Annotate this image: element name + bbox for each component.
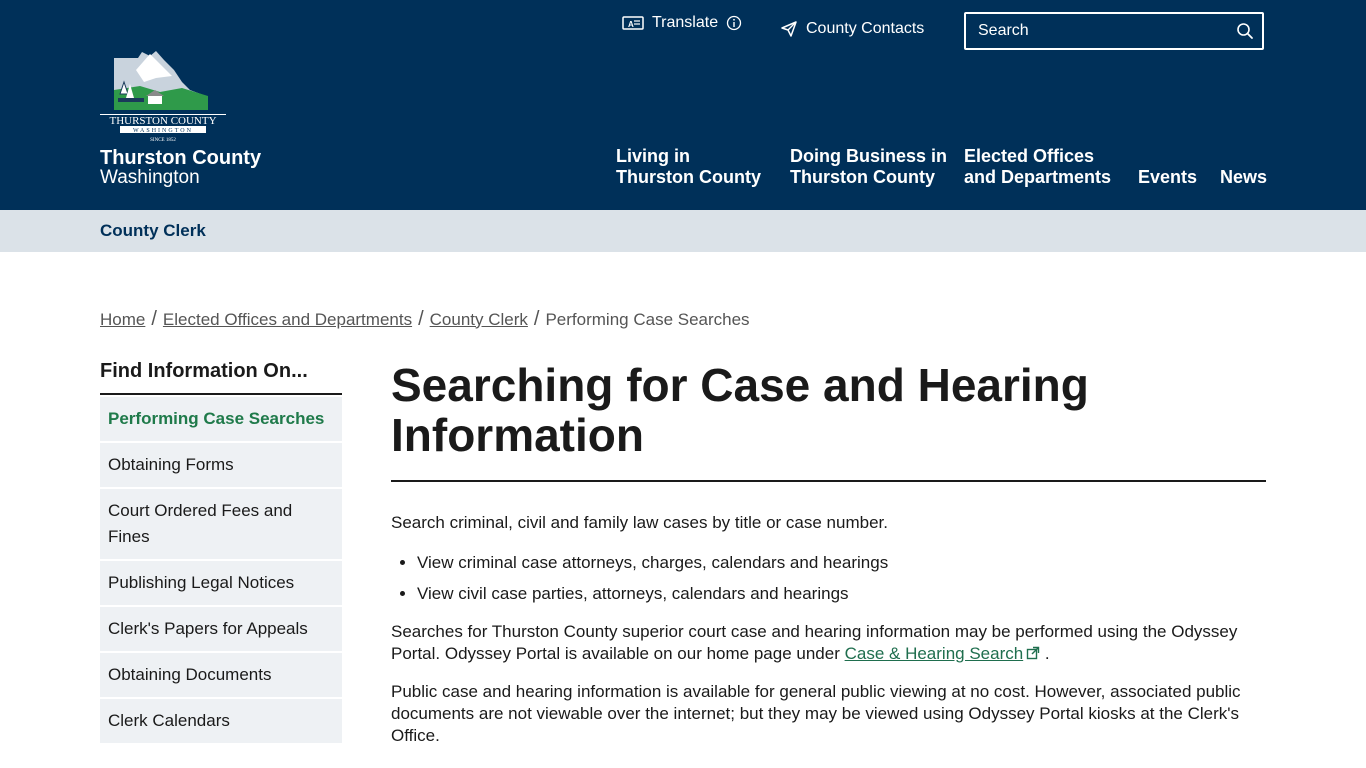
logo-county-text: THURSTON COUNTY	[109, 115, 216, 127]
sidebar-item-clerk-calendars[interactable]: Clerk Calendars	[100, 699, 342, 743]
nav-living-line1: Living in	[616, 146, 690, 166]
site-search	[964, 12, 1264, 50]
sidebar-item-obtaining-documents[interactable]: Obtaining Documents	[100, 653, 342, 697]
nav-business-line2: Thurston County	[790, 167, 935, 187]
department-title-link[interactable]: County Clerk	[100, 221, 206, 241]
search-button[interactable]	[1228, 14, 1262, 48]
case-hearing-search-link[interactable]: Case & Hearing Search	[845, 644, 1024, 663]
sidebar-item-publishing-legal-notices[interactable]: Publishing Legal Notices	[100, 561, 342, 605]
breadcrumb-elected-offices[interactable]: Elected Offices and Departments	[163, 310, 412, 330]
breadcrumb-home[interactable]: Home	[100, 310, 145, 330]
list-item: View criminal case attorneys, charges, c…	[417, 552, 1266, 574]
odyssey-paragraph: Searches for Thurston County superior co…	[391, 621, 1266, 665]
nav-elected-offices[interactable]: Elected Offices and Departments	[964, 146, 1111, 188]
sidebar-item-court-ordered-fees[interactable]: Court Ordered Fees and Fines	[100, 489, 342, 559]
sidebar-nav: Performing Case Searches Obtaining Forms…	[100, 397, 342, 745]
sidebar-item-obtaining-forms[interactable]: Obtaining Forms	[100, 443, 342, 487]
list-item: View civil case parties, attorneys, cale…	[417, 583, 1266, 605]
paper-plane-icon	[781, 21, 797, 37]
logo-state-text: WASHINGTON	[133, 128, 193, 134]
sidebar-heading: Find Information On...	[100, 360, 342, 395]
nav-business-line1: Doing Business in	[790, 146, 948, 166]
translate-label: Translate	[652, 14, 719, 31]
county-contacts-label: County Contacts	[806, 20, 925, 37]
logo-since-text: SINCE 1852	[150, 138, 176, 143]
nav-elected-line2: and Departments	[964, 167, 1112, 187]
svg-text:A: A	[628, 20, 634, 29]
breadcrumb-separator: /	[418, 308, 424, 330]
site-header: THURSTON COUNTY WASHINGTON SINCE 1852 Th…	[0, 0, 1366, 210]
main-content: Search criminal, civil and family law ca…	[391, 512, 1266, 747]
translate-icon: A	[622, 16, 644, 30]
nav-living-line2: Thurston County	[616, 167, 761, 187]
site-state[interactable]: Washington	[100, 168, 200, 187]
breadcrumb: Home / Elected Offices and Departments /…	[100, 308, 750, 331]
odyssey-text: Searches for Thurston County superior co…	[391, 622, 1238, 663]
translate-button[interactable]: A Translate	[622, 14, 742, 32]
external-link-icon	[1026, 646, 1040, 660]
page-title: Searching for Case and Hearing Informati…	[391, 360, 1266, 482]
county-logo[interactable]: THURSTON COUNTY WASHINGTON SINCE 1852	[100, 48, 226, 144]
nav-events[interactable]: Events	[1138, 167, 1197, 188]
nav-living[interactable]: Living in Thurston County	[616, 146, 761, 188]
nav-business[interactable]: Doing Business in Thurston County	[790, 146, 947, 188]
breadcrumb-current: Performing Case Searches	[545, 309, 750, 329]
breadcrumb-separator: /	[533, 308, 540, 330]
sidebar-item-performing-case-searches[interactable]: Performing Case Searches	[100, 397, 342, 441]
breadcrumb-county-clerk[interactable]: County Clerk	[430, 310, 528, 330]
nav-elected-line1: Elected Offices	[964, 146, 1095, 166]
case-hearing-search-label: Case & Hearing Search	[844, 644, 1024, 663]
odyssey-text-end: .	[1040, 644, 1050, 663]
county-seal-icon: THURSTON COUNTY WASHINGTON SINCE 1852	[100, 51, 226, 143]
sidebar-item-clerks-papers[interactable]: Clerk's Papers for Appeals	[100, 607, 342, 651]
intro-text: Search criminal, civil and family law ca…	[391, 513, 888, 532]
site-name[interactable]: Thurston County	[100, 148, 261, 168]
search-input[interactable]	[966, 16, 1228, 46]
search-icon	[1237, 23, 1253, 39]
public-access-paragraph: Public case and hearing information is a…	[391, 682, 1241, 745]
nav-news[interactable]: News	[1220, 167, 1267, 188]
county-contacts-link[interactable]: County Contacts	[780, 20, 924, 38]
info-icon	[726, 15, 742, 31]
feature-list: View criminal case attorneys, charges, c…	[391, 552, 1266, 605]
breadcrumb-separator: /	[151, 308, 157, 330]
